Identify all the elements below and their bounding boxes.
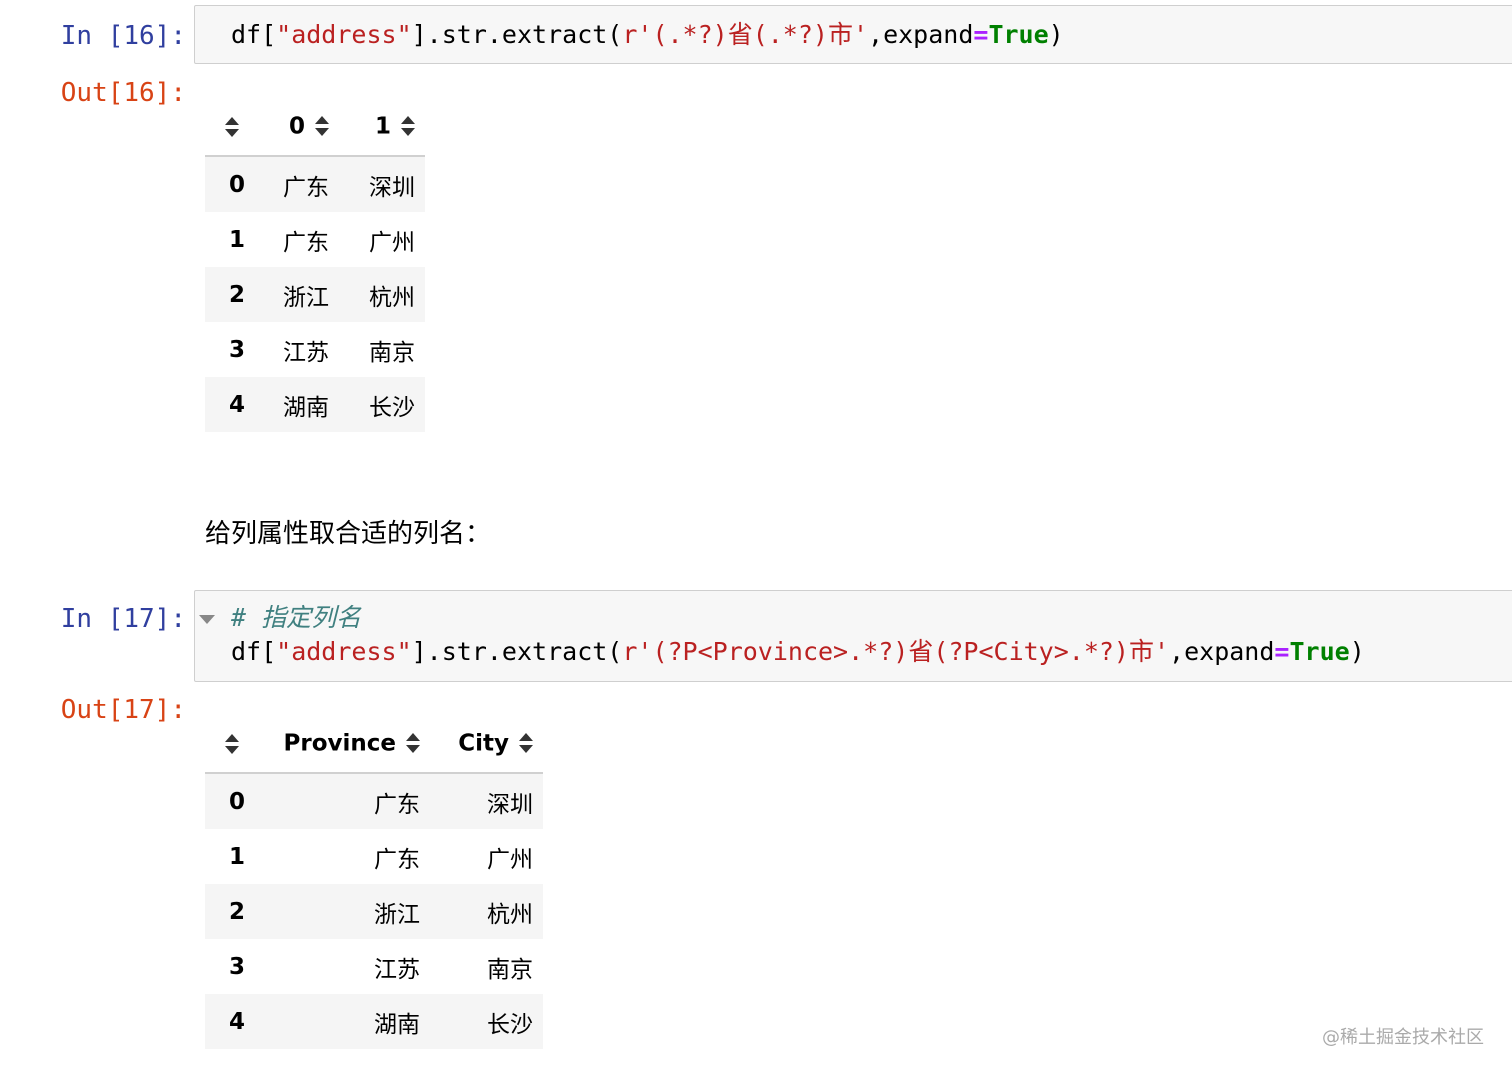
table-row: 1 广东 广州 xyxy=(205,212,425,267)
table-row: 4 湖南 长沙 xyxy=(205,377,426,432)
code-line: df["address"].str.extract(r'(.*?)省(.*?)市… xyxy=(231,18,1064,52)
table-cell: 湖南 xyxy=(283,394,330,421)
table-row: 2 浙江 杭州 xyxy=(205,884,544,939)
code-token-str: r'(.*?)省(.*?)市' xyxy=(622,20,869,49)
table-cell: 湖南 xyxy=(374,1011,421,1038)
code-editor-16[interactable]: df["address"].str.extract(r'(.*?)省(.*?)市… xyxy=(231,18,1064,52)
code-token-comment: # 指定列名 xyxy=(231,603,362,632)
column-header[interactable]: 0 xyxy=(255,97,340,157)
table-row: 0 广东 深圳 xyxy=(205,156,426,212)
row-index: 1 xyxy=(229,226,246,253)
column-header[interactable]: 1 xyxy=(339,97,426,157)
table-row: 1 广东 广州 xyxy=(205,829,543,884)
row-index: 3 xyxy=(229,953,246,980)
row-index: 0 xyxy=(229,171,246,198)
row-index: 1 xyxy=(229,843,246,870)
table-cell: 广州 xyxy=(487,846,534,873)
table-row: 3 江苏 南京 xyxy=(205,939,543,994)
table-cell: 深圳 xyxy=(487,791,534,818)
row-index: 3 xyxy=(229,336,246,363)
sort-icon[interactable] xyxy=(225,116,239,137)
table-cell: 广州 xyxy=(369,229,416,256)
column-header-label: City xyxy=(458,730,510,757)
watermark: @稀土掘金技术社区 xyxy=(1322,1027,1484,1048)
table-cell: 江苏 xyxy=(283,339,330,366)
code-cell-17[interactable]: # 指定列名 df["address"].str.extract(r'(?P<Pr… xyxy=(194,590,1512,682)
table-row: 2 浙江 杭州 xyxy=(205,267,426,322)
input-prompt-16: In [16]: xyxy=(60,21,186,51)
sort-icon[interactable] xyxy=(519,733,534,754)
code-token-op: = xyxy=(1274,637,1290,666)
sort-icon[interactable] xyxy=(406,733,421,754)
table-cell: 广东 xyxy=(283,229,330,256)
index-header[interactable] xyxy=(205,97,256,157)
collapse-arrow-icon[interactable] xyxy=(199,615,215,624)
table-row: 3 江苏 南京 xyxy=(205,322,425,377)
code-token-plain: ) xyxy=(1349,637,1365,666)
code-line: # 指定列名 xyxy=(231,601,1365,635)
sort-icon[interactable] xyxy=(225,733,239,754)
table-cell: 深圳 xyxy=(369,174,416,201)
row-index: 2 xyxy=(229,898,246,925)
header-row: Province City xyxy=(205,714,544,774)
column-header[interactable]: City xyxy=(430,714,544,774)
table-cell: 浙江 xyxy=(283,284,330,311)
table-cell: 杭州 xyxy=(487,901,534,928)
code-token-plain: ].str.extract( xyxy=(411,20,623,49)
dataframe-output-16: 01 0 广东 深圳 1 广东 广州 2 浙江 杭州 3 江苏 南京 4 湖南 长沙 xyxy=(205,97,426,432)
index-header[interactable] xyxy=(205,714,256,774)
table-cell: 广东 xyxy=(374,846,421,873)
table-cell: 广东 xyxy=(283,174,330,201)
table-header: 01 xyxy=(205,97,426,157)
code-token-plain: ,expand xyxy=(868,20,974,49)
column-header-label: Province xyxy=(283,730,397,757)
code-editor-17[interactable]: # 指定列名 df["address"].str.extract(r'(?P<Pr… xyxy=(231,601,1365,669)
code-token-str: "address" xyxy=(276,637,412,666)
code-token-kw: True xyxy=(1289,637,1350,666)
column-header-label: 1 xyxy=(375,113,392,140)
table-cell: 长沙 xyxy=(487,1011,534,1038)
code-token-op: = xyxy=(973,20,989,49)
code-token-plain: ].str.extract( xyxy=(411,637,623,666)
table-cell: 南京 xyxy=(369,339,416,366)
sort-icon[interactable] xyxy=(401,116,416,137)
table-cell: 杭州 xyxy=(369,284,416,311)
table-cell: 南京 xyxy=(487,956,534,983)
header-row: 01 xyxy=(205,97,426,157)
dataframe-output-17: Province City 0 广东 深圳 1 广东 广州 2 浙江 杭州 3 江苏 南京 4 湖南 长沙 xyxy=(205,714,544,1049)
code-token-plain: df[ xyxy=(231,20,277,49)
table-row: 0 广东 深圳 xyxy=(205,773,544,829)
code-token-str: r'(?P<Province>.*?)省(?P<City>.*?)市' xyxy=(622,637,1170,666)
table-cell: 长沙 xyxy=(369,394,416,421)
markdown-text: 给列属性取合适的列名： xyxy=(205,519,492,549)
code-line: df["address"].str.extract(r'(?P<Province… xyxy=(231,635,1365,669)
row-index: 2 xyxy=(229,281,246,308)
table-body: 0 广东 深圳 1 广东 广州 2 浙江 杭州 3 江苏 南京 4 湖南 长沙 xyxy=(205,773,544,1049)
code-token-plain: df[ xyxy=(231,637,277,666)
table-cell: 浙江 xyxy=(374,901,421,928)
output-prompt-17: Out[17]: xyxy=(60,695,186,725)
sort-icon[interactable] xyxy=(315,116,330,137)
table-body: 0 广东 深圳 1 广东 广州 2 浙江 杭州 3 江苏 南京 4 湖南 长沙 xyxy=(205,156,426,432)
table-header: Province City xyxy=(205,714,544,774)
table-row: 4 湖南 长沙 xyxy=(205,994,544,1049)
column-header[interactable]: Province xyxy=(255,714,431,774)
row-index: 4 xyxy=(229,1008,246,1035)
code-token-kw: True xyxy=(988,20,1049,49)
code-token-str: "address" xyxy=(276,20,412,49)
row-index: 0 xyxy=(229,788,246,815)
column-header-label: 0 xyxy=(289,113,306,140)
table-cell: 江苏 xyxy=(374,956,421,983)
output-prompt-16: Out[16]: xyxy=(60,78,186,108)
code-token-plain: ,expand xyxy=(1169,637,1275,666)
code-cell-16[interactable]: df["address"].str.extract(r'(.*?)省(.*?)市… xyxy=(194,5,1512,64)
row-index: 4 xyxy=(229,391,246,418)
input-prompt-17: In [17]: xyxy=(60,604,186,634)
table-cell: 广东 xyxy=(374,791,421,818)
code-token-plain: ) xyxy=(1048,20,1064,49)
